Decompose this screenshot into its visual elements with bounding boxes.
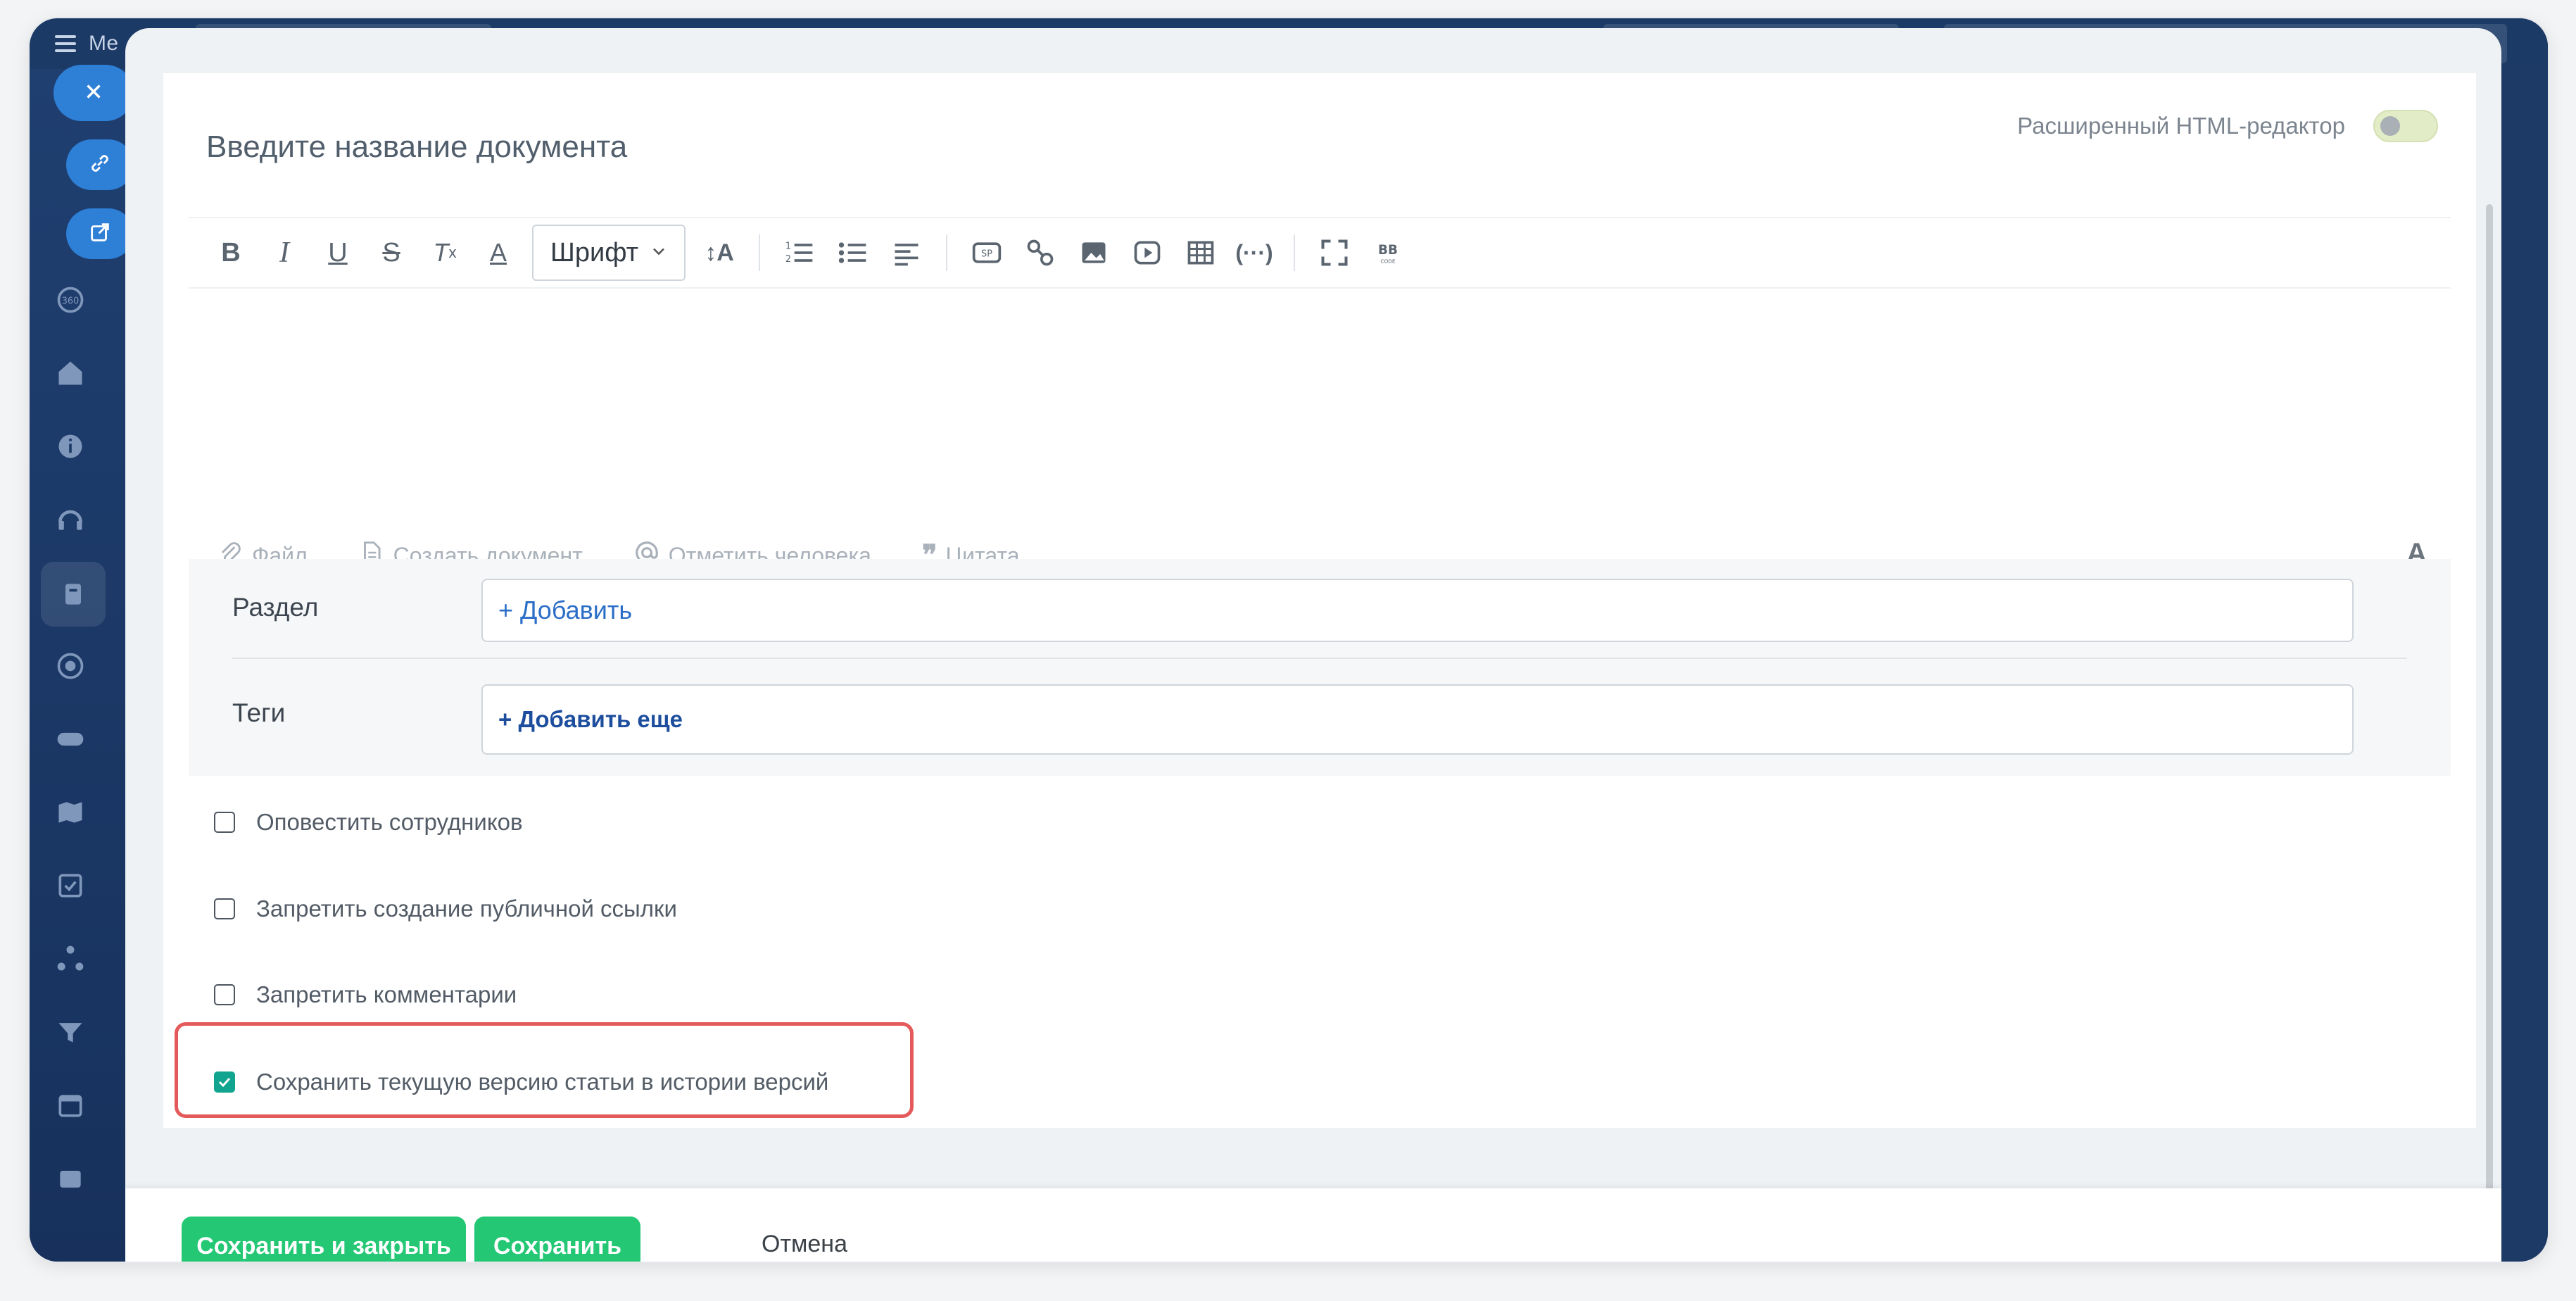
slider-scrollbar[interactable]: [2486, 204, 2493, 1260]
360-icon[interactable]: 360: [51, 280, 90, 320]
screen-frame: Ме 360 Введите название документа Расшир…: [30, 18, 2548, 1262]
forbid-public-link-option[interactable]: Запретить создание публичной ссылки: [214, 895, 677, 922]
section-input[interactable]: + Добавить: [481, 579, 2354, 642]
archive-icon[interactable]: [51, 1159, 90, 1198]
align-left-icon[interactable]: [880, 226, 933, 279]
toolbar-separator: [946, 234, 947, 271]
bold-icon[interactable]: B: [204, 226, 258, 279]
save-button[interactable]: Сохранить: [474, 1217, 640, 1262]
underline-icon[interactable]: U: [311, 226, 365, 279]
close-icon: [82, 80, 106, 107]
forbid-public-link-checkbox[interactable]: [214, 898, 235, 919]
toolbar-separator: [759, 234, 760, 271]
gamepad-icon[interactable]: [51, 719, 90, 759]
html-editor-toggle[interactable]: [2373, 110, 2438, 142]
footer-bar: Сохранить и закрыть Сохранить Отмена: [125, 1188, 2501, 1262]
chevron-down-icon: [649, 238, 669, 268]
table-icon[interactable]: [1174, 226, 1227, 279]
clear-format-icon[interactable]: Tx: [418, 226, 472, 279]
font-color-icon[interactable]: A: [472, 226, 525, 279]
tags-label: Теги: [232, 698, 286, 727]
section-add-link[interactable]: + Добавить: [498, 596, 632, 625]
open-new-tab-button[interactable]: [66, 208, 134, 259]
svg-text:BB: BB: [1378, 243, 1398, 258]
forbid-comments-label: Запретить комментарии: [256, 981, 517, 1007]
editor-card: Введите название документа Расширенный H…: [163, 73, 2476, 1128]
info-icon[interactable]: [51, 427, 90, 466]
document-title-input[interactable]: Введите название документа: [206, 130, 1895, 165]
svg-text:360: 360: [62, 296, 80, 307]
svg-text:2: 2: [785, 254, 791, 265]
home-icon[interactable]: [51, 353, 90, 393]
section-label: Раздел: [232, 593, 319, 622]
font-size-icon[interactable]: ↕A: [693, 226, 746, 279]
toolbar-separator: [1294, 234, 1295, 271]
hamburger-icon: [55, 35, 79, 52]
notify-employees-label: Оповестить сотрудников: [256, 809, 523, 835]
menu-label: Ме: [89, 32, 119, 55]
divider: [189, 287, 2451, 289]
italic-icon[interactable]: I: [258, 226, 311, 279]
cancel-button[interactable]: Отмена: [762, 1231, 847, 1258]
strikethrough-icon[interactable]: S: [365, 226, 418, 279]
html-editor-switch: Расширенный HTML-редактор: [2017, 110, 2438, 142]
notify-employees-option[interactable]: Оповестить сотрудников: [214, 809, 523, 836]
headset-icon[interactable]: [51, 500, 90, 539]
tasks-icon[interactable]: [51, 866, 90, 905]
svg-text:SP: SP: [981, 249, 992, 260]
image-icon[interactable]: [1067, 226, 1120, 279]
spoiler-icon[interactable]: SP: [960, 226, 1014, 279]
ordered-list-icon[interactable]: 12: [773, 226, 826, 279]
tags-add-link[interactable]: + Добавить еще: [498, 706, 683, 733]
forbid-comments-checkbox[interactable]: [214, 984, 235, 1005]
forbid-comments-option[interactable]: Запретить комментарии: [214, 981, 517, 1008]
funnel-icon[interactable]: [51, 1012, 90, 1052]
bbcode-icon[interactable]: BB CODE: [1361, 226, 1415, 279]
external-link-icon: [88, 220, 112, 248]
bulleted-list-icon[interactable]: [826, 226, 880, 279]
highlight-frame: [175, 1022, 914, 1118]
knowledge-base-icon[interactable]: [41, 562, 106, 627]
notify-employees-checkbox[interactable]: [214, 812, 235, 833]
fullscreen-icon[interactable]: [1308, 226, 1361, 279]
target-icon[interactable]: [51, 646, 90, 686]
svg-text:1: 1: [785, 241, 791, 252]
link-icon: [88, 151, 112, 179]
calendar-icon[interactable]: [51, 1086, 90, 1125]
map-icon[interactable]: [51, 793, 90, 832]
copy-link-button[interactable]: [66, 139, 134, 190]
video-icon[interactable]: [1120, 226, 1174, 279]
document-fields: Раздел + Добавить Теги + Добавить еще: [189, 559, 2451, 776]
font-select[interactable]: Шрифт: [532, 225, 686, 281]
font-select-value: Шрифт: [550, 237, 639, 268]
close-slider-button[interactable]: [53, 65, 134, 121]
save-and-close-button[interactable]: Сохранить и закрыть: [182, 1217, 466, 1262]
editor-toolbar: B I U S Tx A Шрифт ↕A 12 SP (···) BB COD…: [189, 214, 2451, 291]
network-icon[interactable]: [51, 939, 90, 979]
svg-text:CODE: CODE: [1380, 258, 1396, 265]
menu-button[interactable]: Ме: [55, 28, 118, 59]
link-icon[interactable]: [1014, 226, 1067, 279]
code-icon[interactable]: (···): [1227, 226, 1281, 279]
fields-divider: [232, 658, 2407, 659]
editor-body[interactable]: [189, 291, 2451, 517]
html-editor-label: Расширенный HTML-редактор: [2017, 113, 2345, 139]
tags-input[interactable]: + Добавить еще: [481, 684, 2354, 755]
forbid-public-link-label: Запретить создание публичной ссылки: [256, 895, 677, 922]
